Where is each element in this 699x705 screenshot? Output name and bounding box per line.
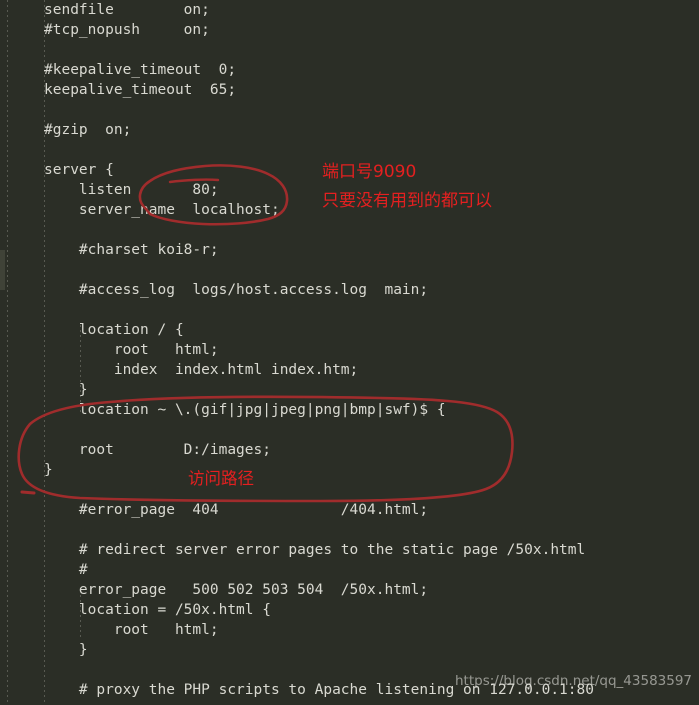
- code-line[interactable]: root D:/images;: [0, 440, 594, 460]
- code-line[interactable]: server {: [0, 160, 594, 180]
- code-line[interactable]: [0, 220, 594, 240]
- code-line[interactable]: server_name localhost;: [0, 200, 594, 220]
- code-line[interactable]: }: [0, 460, 594, 480]
- code-line[interactable]: }: [0, 640, 594, 660]
- code-editor-content[interactable]: sendfile on; #tcp_nopush on; #keepalive_ti…: [0, 0, 594, 700]
- code-line[interactable]: [0, 520, 594, 540]
- annotation-port-note: 端口号9090: [322, 162, 417, 182]
- code-line[interactable]: #tcp_nopush on;: [0, 20, 594, 40]
- code-line[interactable]: location / {: [0, 320, 594, 340]
- code-line[interactable]: #error_page 404 /404.html;: [0, 500, 594, 520]
- code-line[interactable]: # redirect server error pages to the sta…: [0, 540, 594, 560]
- code-line[interactable]: #access_log logs/host.access.log main;: [0, 280, 594, 300]
- code-line[interactable]: root html;: [0, 620, 594, 640]
- code-line[interactable]: listen 80;: [0, 180, 594, 200]
- annotation-port-note-sub: 只要没有用到的都可以: [322, 191, 492, 211]
- code-line[interactable]: #keepalive_timeout 0;: [0, 60, 594, 80]
- code-line[interactable]: keepalive_timeout 65;: [0, 80, 594, 100]
- code-line[interactable]: [0, 260, 594, 280]
- code-line[interactable]: index index.html index.htm;: [0, 360, 594, 380]
- editor-screenshot: sendfile on; #tcp_nopush on; #keepalive_ti…: [0, 0, 699, 705]
- code-line[interactable]: location = /50x.html {: [0, 600, 594, 620]
- annotation-path-note: 访问路径: [188, 469, 254, 488]
- code-line[interactable]: error_page 500 502 503 504 /50x.html;: [0, 580, 594, 600]
- code-line[interactable]: [0, 40, 594, 60]
- code-line[interactable]: }: [0, 380, 594, 400]
- code-line[interactable]: root html;: [0, 340, 594, 360]
- code-line[interactable]: location ~ \.(gif|jpg|jpeg|png|bmp|swf)$…: [0, 400, 594, 420]
- code-line[interactable]: #: [0, 560, 594, 580]
- code-line[interactable]: #gzip on;: [0, 120, 594, 140]
- code-line[interactable]: #charset koi8-r;: [0, 240, 594, 260]
- code-line[interactable]: [0, 140, 594, 160]
- code-line[interactable]: [0, 300, 594, 320]
- code-line[interactable]: [0, 100, 594, 120]
- code-line[interactable]: [0, 480, 594, 500]
- code-line[interactable]: [0, 420, 594, 440]
- code-line[interactable]: sendfile on;: [0, 0, 594, 20]
- csdn-watermark: https://blog.csdn.net/qq_43583597: [455, 673, 693, 689]
